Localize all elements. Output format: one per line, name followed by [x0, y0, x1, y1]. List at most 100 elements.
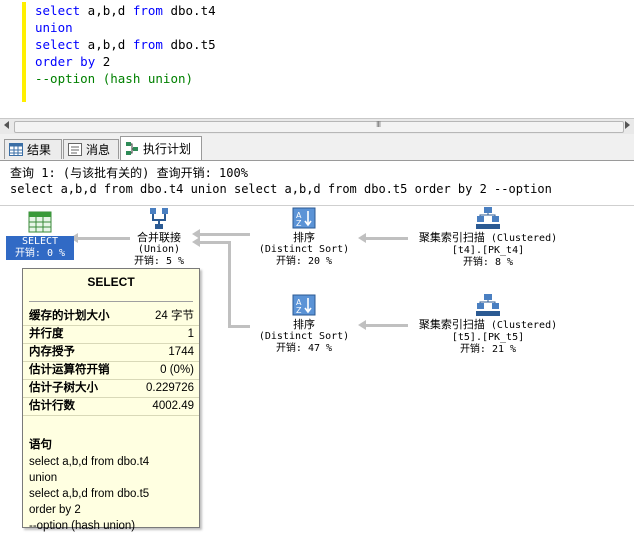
connector-concat-sort2-v: [228, 241, 231, 328]
clustered-index-scan-icon: [475, 293, 501, 317]
tooltip-property-row: 并行度 1: [23, 326, 199, 344]
tooltip-statement: select a,b,d from dbo.t4 union select a,b,…: [23, 454, 199, 534]
tab-execution-plan-label: 执行计划: [143, 142, 192, 156]
tooltip-property-row: 估计运算符开销 0 (0%): [23, 362, 199, 380]
scan2-node-suffix: (Clustered): [484, 320, 558, 331]
code-token: by: [80, 54, 96, 69]
select-node-cost: 开销: 0 %: [6, 248, 74, 260]
scan2-node-sub: [t5].[PK_t5]: [451, 332, 525, 343]
code-token: --option (hash union): [35, 71, 194, 86]
tooltip-property-name: 估计行数: [29, 400, 75, 412]
concatenation-icon: [146, 206, 172, 230]
tooltip-property-value: 24 字节: [155, 310, 194, 322]
plan-node-clustered-scan-1[interactable]: 聚集索引扫描 (Clustered) [t4].[PK_t4] 开销: 8 %: [410, 206, 566, 269]
sort-icon: AZ: [291, 206, 317, 230]
code-token: a,b,d: [80, 37, 133, 52]
code-line[interactable]: select a,b,d from dbo.t5: [35, 36, 216, 53]
sql-editor[interactable]: select a,b,d from dbo.t4 union select a,b,…: [0, 0, 634, 118]
tooltip-statement-label: 语句: [29, 439, 52, 451]
connector-sort2-scan2: [364, 324, 408, 327]
scan1-node-label: 聚集索引扫描: [418, 231, 485, 244]
scan1-node-suffix: (Clustered): [484, 233, 558, 244]
tooltip-property-name: 估计子树大小: [29, 382, 98, 394]
sort-icon: AZ: [291, 293, 317, 317]
tooltip-property-value: 1744: [168, 346, 194, 358]
tooltip-property-name: 估计运算符开销: [29, 364, 110, 376]
sort1-node-label: 排序: [293, 231, 315, 244]
code-token: from: [132, 3, 163, 18]
tooltip-property-row: 估计行数 4002.49: [23, 398, 199, 416]
concat-node-label: 合并联接: [137, 231, 181, 244]
scroll-left-icon[interactable]: [4, 121, 9, 129]
code-line[interactable]: order by 2: [35, 53, 216, 70]
plan-node-select[interactable]: SELECT 开销: 0 %: [6, 210, 74, 260]
plan-node-sort-1[interactable]: AZ 排序 (Distinct Sort) 开销: 20 %: [254, 206, 354, 268]
plan-node-concatenation[interactable]: 合并联接 (Union) 开销: 5 %: [124, 206, 194, 268]
code-token: select: [35, 3, 81, 18]
sort2-node-cost: 开销: 47 %: [275, 343, 333, 354]
code-token: dbo.t5: [162, 37, 216, 52]
code-line[interactable]: select a,b,d from dbo.t4: [35, 2, 216, 19]
tooltip-property-value: 1: [187, 328, 194, 340]
tooltip-property-value: 4002.49: [152, 400, 194, 412]
tab-results[interactable]: 结果: [4, 139, 62, 159]
modified-line-marker: [22, 2, 26, 102]
tooltip-divider: [29, 301, 193, 302]
tooltip-properties: 缓存的计划大小 24 字节并行度 1 内存授予 1744 估计运算符开销 0 (0%) 估计子…: [23, 308, 199, 416]
tooltip-property-value: 0.229726: [146, 382, 194, 394]
code-line[interactable]: union: [35, 19, 216, 36]
plan-icon: [125, 142, 139, 155]
scrollbar-thumb[interactable]: [14, 121, 624, 133]
sort1-node-sub: (Distinct Sort): [258, 244, 350, 255]
tab-results-label: 结果: [27, 143, 52, 157]
clustered-index-scan-icon: [475, 206, 501, 230]
concat-node-sub: (Union): [137, 244, 181, 255]
code-token: from: [132, 37, 163, 52]
tooltip-statement-line: order by 2: [29, 504, 81, 516]
sql-code[interactable]: select a,b,d from dbo.t4 union select a,b,…: [35, 2, 216, 87]
tooltip-property-value: 0 (0%): [160, 364, 194, 376]
tooltip-property-row: 内存授予 1744: [23, 344, 199, 362]
svg-text:Z: Z: [296, 219, 302, 228]
tooltip-statement-line: union: [29, 472, 58, 484]
connector-concat-sort2-h2: [228, 325, 250, 328]
scroll-right-icon[interactable]: [625, 121, 630, 129]
editor-horizontal-scrollbar[interactable]: III: [0, 118, 634, 135]
tooltip-property-name: 缓存的计划大小: [29, 310, 110, 322]
code-token: union: [35, 20, 73, 35]
tooltip-statement-line: select a,b,d from dbo.t5: [29, 488, 150, 500]
sort1-node-cost: 开销: 20 %: [275, 256, 333, 267]
sort2-node-sub: (Distinct Sort): [258, 331, 350, 342]
connector-sort1-scan1: [364, 237, 408, 240]
tooltip-property-name: 内存授予: [29, 346, 75, 358]
tooltip-property-row: 缓存的计划大小 24 字节: [23, 308, 199, 326]
grid-icon: [9, 143, 23, 156]
scan1-node-cost: 开销: 8 %: [462, 257, 514, 268]
code-token: order: [35, 54, 73, 69]
plan-node-clustered-scan-2[interactable]: 聚集索引扫描 (Clustered) [t5].[PK_t5] 开销: 21 %: [410, 293, 566, 356]
connector-concat-sort1: [196, 233, 250, 236]
query-text: select a,b,d from dbo.t4 union select a,…: [10, 182, 552, 196]
results-tabstrip: 结果 消息 执行计划: [0, 134, 634, 161]
tab-messages[interactable]: 消息: [63, 139, 119, 159]
plan-node-sort-2[interactable]: AZ 排序 (Distinct Sort) 开销: 47 %: [254, 293, 354, 355]
select-node-tooltip: SELECT 缓存的计划大小 24 字节并行度 1 内存授予 1744 估计运算符开销 0 …: [22, 268, 200, 532]
scrollbar-grip-icon: III: [376, 120, 381, 129]
tooltip-property-row: 估计子树大小 0.229726: [23, 380, 199, 398]
arrowhead-icon: [358, 320, 366, 330]
scan1-node-sub: [t4].[PK_t4]: [451, 245, 525, 256]
connector-concat-sort2-h: [196, 241, 228, 244]
tooltip-statement-line: --option (hash union): [29, 520, 136, 532]
code-token: dbo.t4: [162, 3, 216, 18]
connector-select-concat: [76, 237, 130, 240]
message-icon: [68, 143, 82, 156]
query-cost-header: 查询 1: (与该批有关的) 查询开销: 100%: [10, 166, 248, 180]
tooltip-title: SELECT: [87, 275, 135, 289]
code-token: 2: [95, 54, 111, 69]
code-token: a,b,d: [80, 3, 133, 18]
select-node-label: SELECT: [6, 236, 74, 248]
tab-execution-plan[interactable]: 执行计划: [120, 136, 202, 160]
scan2-node-label: 聚集索引扫描: [418, 318, 485, 331]
code-line[interactable]: --option (hash union): [35, 70, 216, 87]
select-result-icon: [27, 210, 53, 234]
